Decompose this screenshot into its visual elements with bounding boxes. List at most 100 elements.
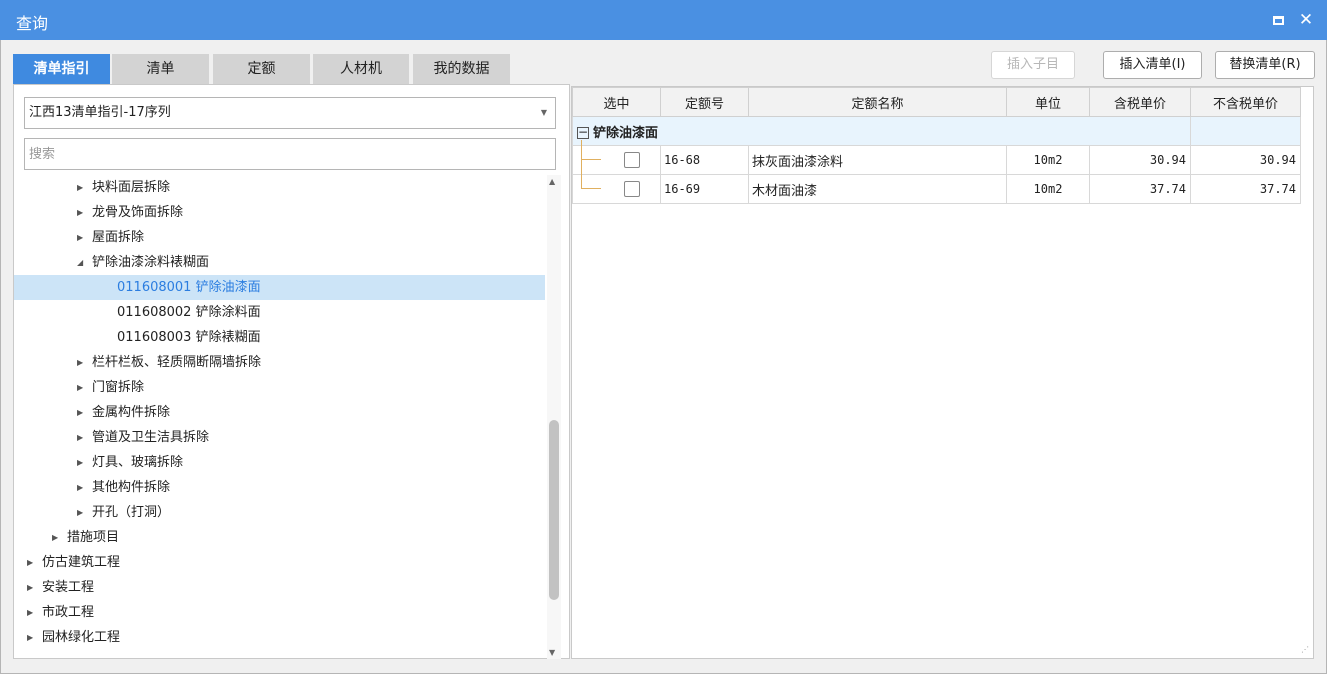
quota-unit: 10m2 (1006, 174, 1090, 204)
close-icon[interactable]: ✕ (1296, 10, 1316, 30)
insert-list-button[interactable]: 插入清单(I) (1103, 51, 1202, 79)
scroll-up-icon[interactable]: ▲ (549, 177, 555, 186)
col-header-name[interactable]: 定额名称 (748, 87, 1007, 117)
tree-node[interactable]: ◢ 铲除油漆涂料裱糊面 (14, 250, 545, 275)
col-header-select[interactable]: 选中 (572, 87, 661, 117)
tree-node-label: 门窗拆除 (92, 380, 145, 395)
tree-node[interactable]: ▶ 其他构件拆除 (14, 475, 545, 500)
tree-node-label: 011608001 铲除油漆面 (117, 280, 261, 295)
collapse-arrow-icon[interactable]: ▶ (77, 175, 83, 200)
tree-node[interactable]: 011608003 铲除裱糊面 (14, 325, 545, 350)
tree-connector (581, 140, 601, 160)
tree-node-label: 市政工程 (42, 605, 95, 620)
resize-grip-icon[interactable]: ⋰ (1301, 645, 1309, 654)
tree-node[interactable]: ▶ 园林绿化工程 (14, 625, 545, 650)
tree-node[interactable]: ▶ 块料面层拆除 (14, 175, 545, 200)
collapse-arrow-icon[interactable]: ▶ (77, 400, 83, 425)
library-select[interactable]: 江西13清单指引-17序列 ▼ (24, 97, 556, 129)
collapse-arrow-icon[interactable]: ▶ (77, 450, 83, 475)
tree-node[interactable]: 011608002 铲除涂料面 (14, 300, 545, 325)
tree-node-label: 灯具、玻璃拆除 (92, 455, 184, 470)
tree-node-label: 园林绿化工程 (42, 630, 121, 645)
table-row[interactable]: 16-69 木材面油漆 10m2 37.74 37.74 (572, 160, 1301, 204)
tab-my-data[interactable]: 我的数据 (413, 54, 510, 84)
insert-child-button[interactable]: 插入子目 (991, 51, 1075, 79)
tree-node[interactable]: ▶ 龙骨及饰面拆除 (14, 200, 545, 225)
tree-node[interactable]: ▶ 措施项目 (14, 525, 545, 550)
tab-quota[interactable]: 定额 (213, 54, 310, 84)
tree-node-label: 管道及卫生洁具拆除 (92, 430, 210, 445)
tree-scrollbar[interactable]: ▲ ▼ (547, 175, 561, 659)
table-header-row: 选中 定额号 定额名称 单位 含税单价 不含税单价 (572, 87, 1301, 117)
group-label: 铲除油漆面 (593, 125, 659, 141)
quota-code: 16-69 (660, 174, 749, 204)
tree-node[interactable]: ▶ 门窗拆除 (14, 375, 545, 400)
tree-node-label: 铲除油漆涂料裱糊面 (92, 255, 210, 270)
quota-grid-panel: 选中 定额号 定额名称 单位 含税单价 不含税单价 − 铲除油漆面 16-68 … (571, 86, 1314, 659)
col-header-unit[interactable]: 单位 (1006, 87, 1090, 117)
collapse-arrow-icon[interactable]: ▶ (77, 200, 83, 225)
quota-unit: 10m2 (1006, 145, 1090, 175)
title-bar: 查询 ✕ (0, 0, 1327, 40)
guide-tree-panel: 江西13清单指引-17序列 ▼ ▶ 块料面层拆除 ▶ 龙骨及饰面拆除 ▶ 屋面拆除 ◢ 铲除油… (13, 84, 570, 659)
quota-price-tax: 30.94 (1089, 145, 1191, 175)
tree-node[interactable]: ▶ 栏杆栏板、轻质隔断隔墙拆除 (14, 350, 545, 375)
tree-node[interactable]: 011608001 铲除油漆面 (14, 275, 545, 300)
tree-node-label: 仿古建筑工程 (42, 555, 121, 570)
chevron-down-icon[interactable]: ▼ (541, 98, 547, 128)
tab-list[interactable]: 清单 (112, 54, 209, 84)
collapse-arrow-icon[interactable]: ▶ (27, 625, 33, 650)
scrollbar-thumb[interactable] (549, 420, 559, 600)
collapse-arrow-icon[interactable]: ▶ (77, 225, 83, 250)
tree-node-label: 安装工程 (42, 580, 95, 595)
tree-node-label: 措施项目 (67, 530, 120, 545)
collapse-arrow-icon[interactable]: ▶ (77, 375, 83, 400)
search-input[interactable] (24, 138, 556, 170)
collapse-arrow-icon[interactable]: ▶ (77, 350, 83, 375)
quota-price-notax: 30.94 (1190, 145, 1301, 175)
tree-node-label: 块料面层拆除 (92, 180, 171, 195)
tree-node[interactable]: ▶ 金属构件拆除 (14, 400, 545, 425)
guide-tree: ▶ 块料面层拆除 ▶ 龙骨及饰面拆除 ▶ 屋面拆除 ◢ 铲除油漆涂料裱糊面 011608001 … (14, 175, 545, 659)
quota-table: 选中 定额号 定额名称 单位 含税单价 不含税单价 − 铲除油漆面 16-68 … (572, 87, 1301, 204)
maximize-icon[interactable] (1268, 10, 1288, 30)
tree-node[interactable]: ▶ 开孔（打洞） (14, 500, 545, 525)
col-header-price-tax[interactable]: 含税单价 (1089, 87, 1191, 117)
tree-node-label: 011608002 铲除涂料面 (117, 305, 261, 320)
tree-node[interactable]: ▶ 市政工程 (14, 600, 545, 625)
tab-labor-material-machine[interactable]: 人材机 (313, 54, 409, 84)
collapse-icon[interactable]: − (577, 126, 589, 139)
tree-node[interactable]: ▶ 管道及卫生洁具拆除 (14, 425, 545, 450)
tree-node[interactable]: ▶ 安装工程 (14, 575, 545, 600)
tree-node-label: 金属构件拆除 (92, 405, 171, 420)
quota-price-notax: 37.74 (1190, 174, 1301, 204)
collapse-arrow-icon[interactable]: ▶ (77, 500, 83, 525)
quota-name: 抹灰面油漆涂料 (748, 145, 1007, 175)
table-row[interactable]: 16-68 抹灰面油漆涂料 10m2 30.94 30.94 (572, 140, 1301, 175)
collapse-arrow-icon[interactable]: ▶ (77, 425, 83, 450)
collapse-arrow-icon[interactable]: ▶ (52, 525, 58, 550)
row-checkbox[interactable] (623, 152, 640, 168)
tree-node-label: 屋面拆除 (92, 230, 145, 245)
col-header-price-notax[interactable]: 不含税单价 (1190, 87, 1301, 117)
collapse-arrow-icon[interactable]: ▶ (27, 550, 33, 575)
tree-node-label: 011608003 铲除裱糊面 (117, 330, 261, 345)
replace-list-button[interactable]: 替换清单(R) (1215, 51, 1315, 79)
scroll-down-icon[interactable]: ▼ (549, 648, 555, 657)
tree-node[interactable]: ▶ 仿古建筑工程 (14, 550, 545, 575)
row-checkbox[interactable] (623, 181, 640, 197)
group-row[interactable]: − 铲除油漆面 (572, 116, 1301, 146)
quota-price-tax: 37.74 (1089, 174, 1191, 204)
library-select-value: 江西13清单指引-17序列 (29, 105, 171, 120)
collapse-arrow-icon[interactable]: ▶ (27, 600, 33, 625)
tree-node[interactable]: ▶ 屋面拆除 (14, 225, 545, 250)
tree-node-label: 栏杆栏板、轻质隔断隔墙拆除 (92, 355, 262, 370)
tree-connector (581, 160, 601, 189)
tab-list-guide[interactable]: 清单指引 (13, 54, 110, 84)
collapse-arrow-icon[interactable]: ▶ (27, 575, 33, 600)
col-header-code[interactable]: 定额号 (660, 87, 749, 117)
collapse-arrow-icon[interactable]: ▶ (77, 475, 83, 500)
tree-node[interactable]: ▶ 灯具、玻璃拆除 (14, 450, 545, 475)
expand-arrow-icon[interactable]: ◢ (77, 250, 83, 275)
quota-name: 木材面油漆 (748, 174, 1007, 204)
